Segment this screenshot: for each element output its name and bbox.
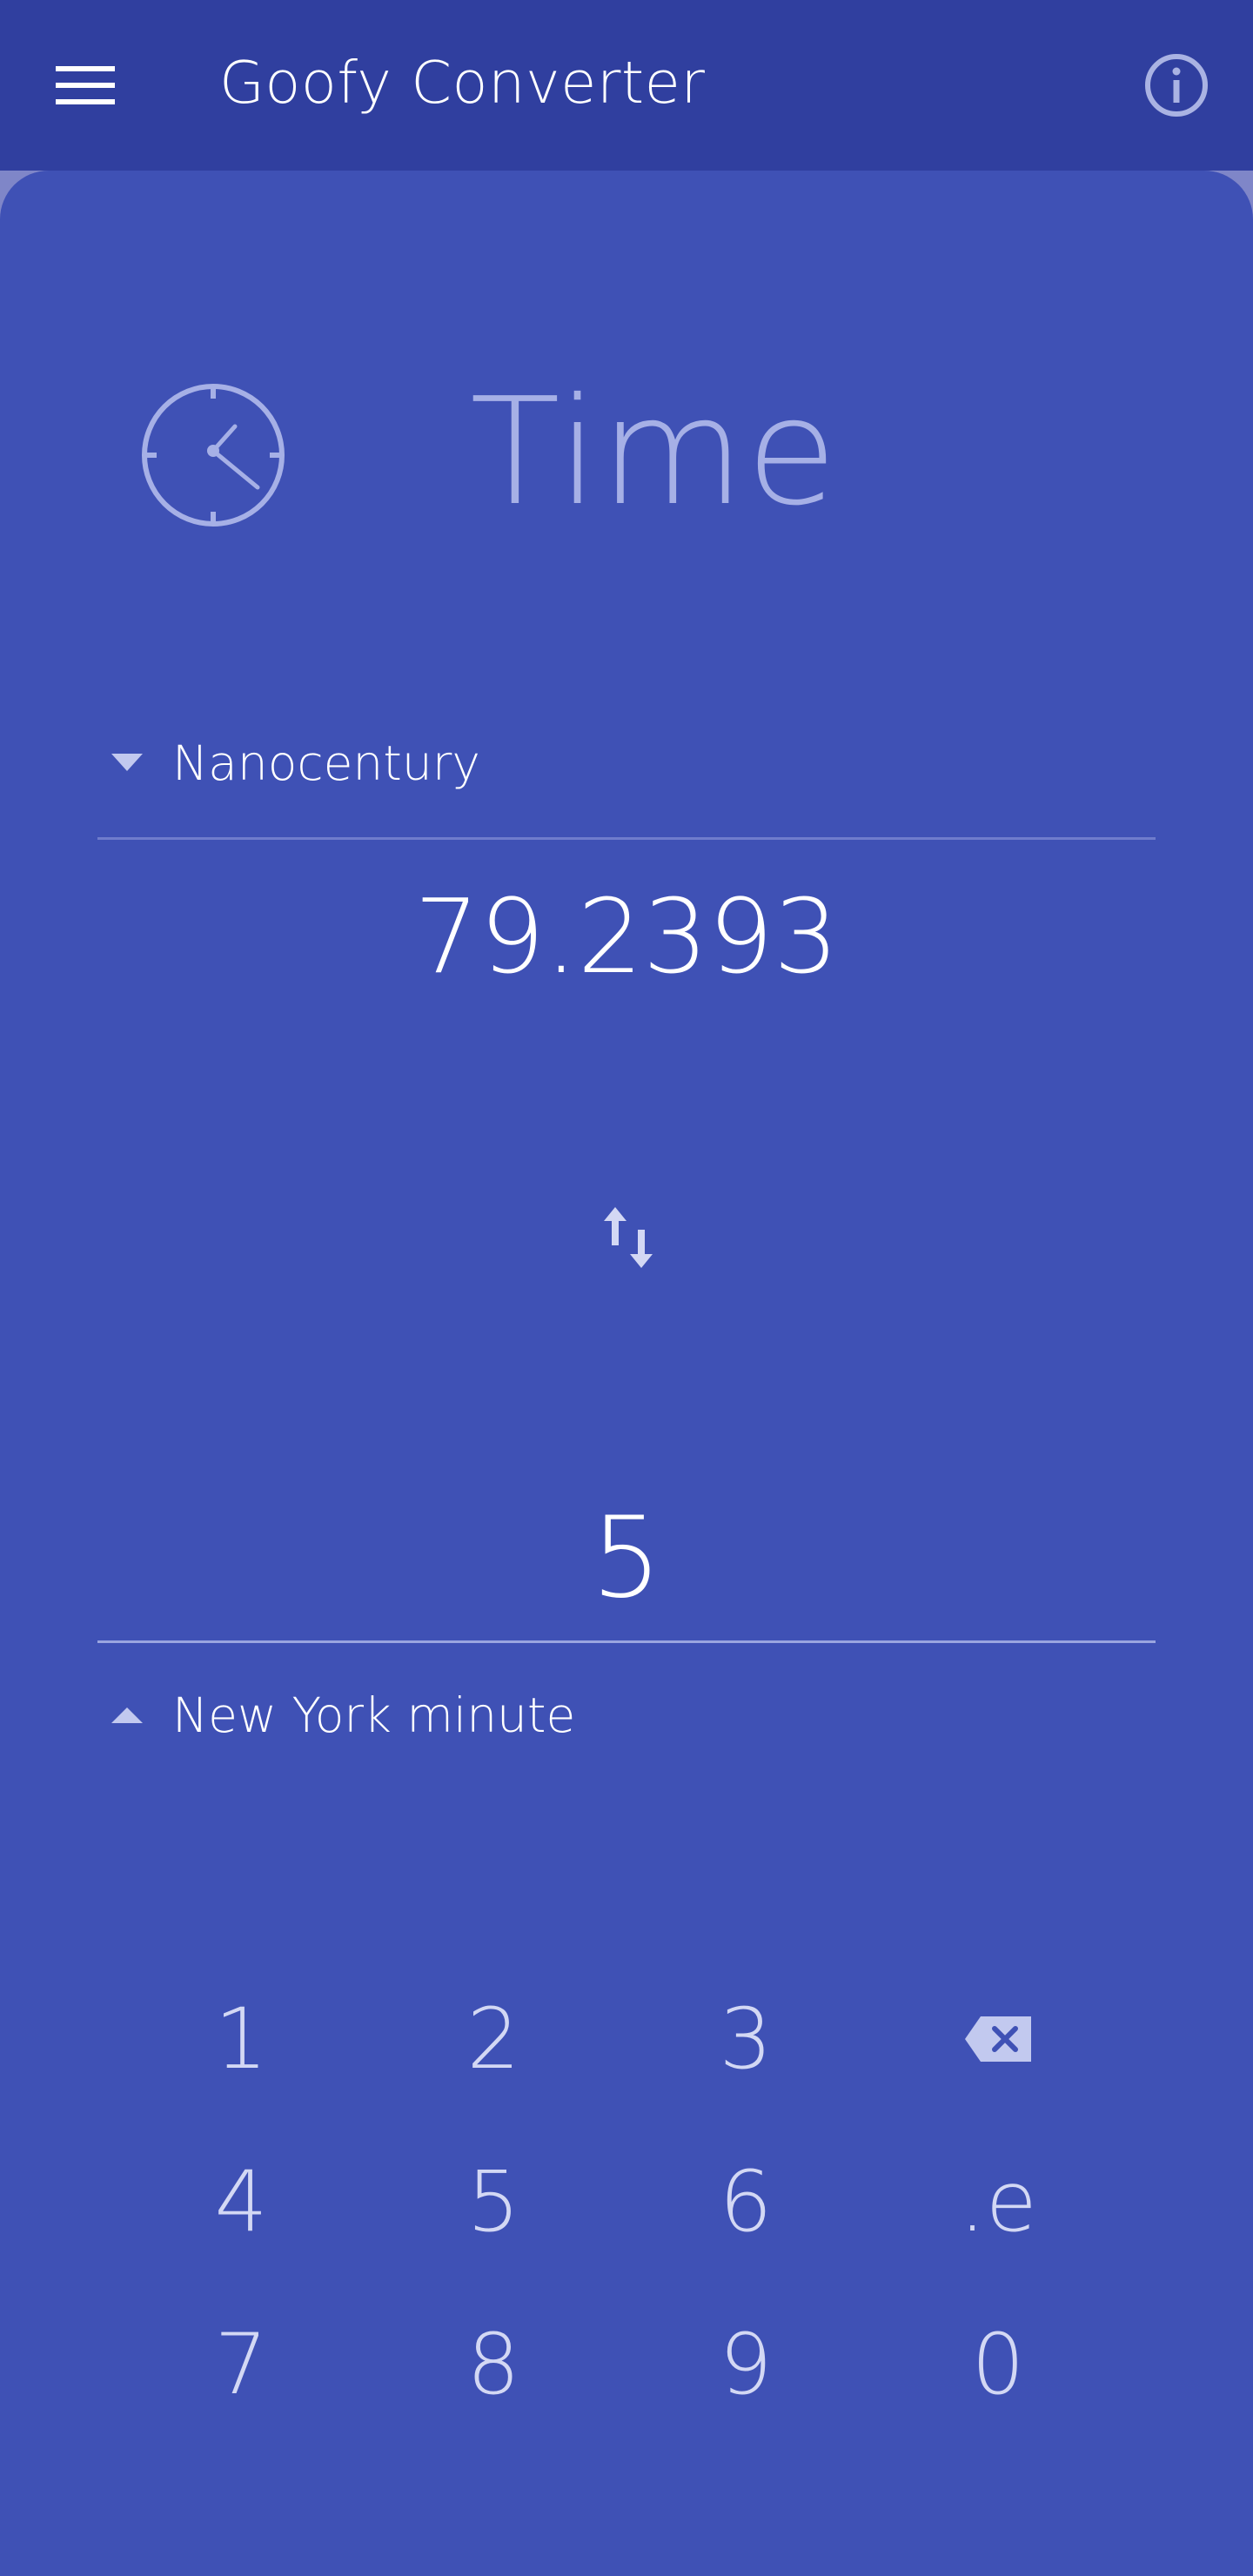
swap-units-button[interactable] <box>592 1201 665 1274</box>
key-3[interactable]: 3 <box>620 1958 872 2121</box>
key-6[interactable]: 6 <box>620 2121 872 2284</box>
key-8[interactable]: 8 <box>367 2283 620 2445</box>
info-button[interactable] <box>1140 49 1213 122</box>
key-9[interactable]: 9 <box>620 2283 872 2445</box>
to-value[interactable]: 5 <box>97 1493 1156 1624</box>
app-bar: Goofy Converter <box>0 0 1253 171</box>
menu-button[interactable] <box>42 50 129 120</box>
key-2[interactable]: 2 <box>367 1958 620 2121</box>
key-1[interactable]: 1 <box>115 1958 367 2121</box>
to-unit-label: New York minute <box>172 1687 576 1743</box>
from-value[interactable]: 79.2393 <box>97 875 1156 997</box>
clock-icon <box>142 384 285 527</box>
key-5[interactable]: 5 <box>367 2121 620 2284</box>
from-unit-label: Nanocentury <box>172 735 480 791</box>
to-divider <box>97 1640 1156 1643</box>
from-unit-selector[interactable]: Nanocentury <box>111 724 895 802</box>
triangle-up-icon <box>111 1698 155 1733</box>
key-0[interactable]: 0 <box>872 2283 1124 2445</box>
backspace-icon <box>965 2016 1031 2063</box>
key-7[interactable]: 7 <box>115 2283 367 2445</box>
app-title: Goofy Converter <box>219 49 706 117</box>
info-icon <box>1145 54 1208 117</box>
hamburger-menu-icon <box>56 66 115 104</box>
backspace-button[interactable] <box>872 1958 1124 2121</box>
triangle-down-icon <box>111 746 155 781</box>
to-unit-selector[interactable]: New York minute <box>111 1676 895 1754</box>
swap-vertical-icon <box>604 1207 653 1268</box>
keypad: 1 2 3 4 5 6 .e 7 8 9 0 <box>115 1958 1124 2445</box>
key-decimal-exponent[interactable]: .e <box>872 2121 1124 2284</box>
category-title: Time <box>470 366 840 539</box>
key-4[interactable]: 4 <box>115 2121 367 2284</box>
from-divider <box>97 837 1156 840</box>
